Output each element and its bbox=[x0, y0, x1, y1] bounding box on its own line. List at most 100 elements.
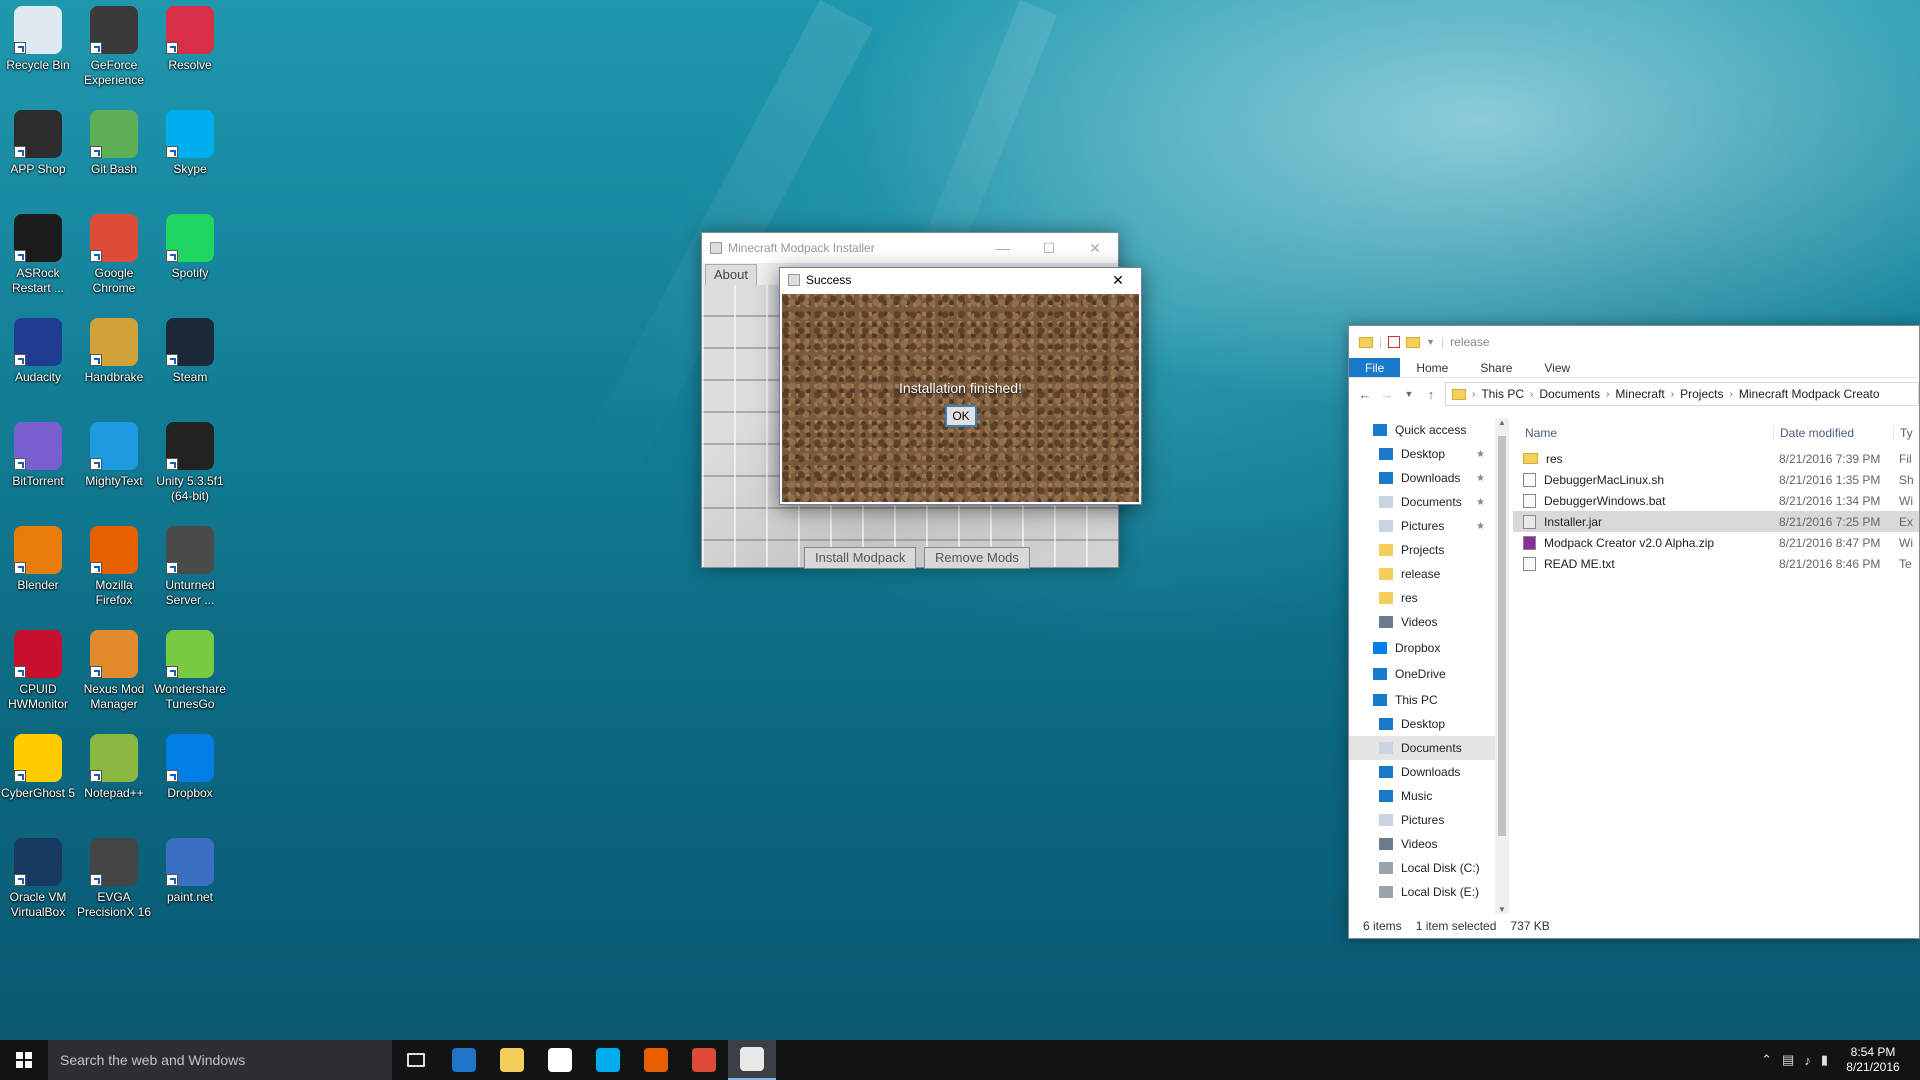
column-date[interactable]: Date modified bbox=[1773, 426, 1893, 440]
nav-item-videos[interactable]: Videos bbox=[1349, 832, 1495, 856]
scroll-down-icon[interactable]: ▼ bbox=[1495, 905, 1509, 914]
nav-item-music[interactable]: Music bbox=[1349, 784, 1495, 808]
desktop-icon-chrome[interactable]: Google Chrome bbox=[76, 208, 152, 296]
desktop-icon-tunesgo[interactable]: Wondershare TunesGo bbox=[152, 624, 228, 712]
desktop-icon-recycle-bin[interactable]: Recycle Bin bbox=[0, 0, 76, 73]
taskbar-firefox-button[interactable] bbox=[632, 1040, 680, 1080]
file-row[interactable]: DebuggerWindows.bat 8/21/2016 1:34 PM Wi bbox=[1513, 490, 1919, 511]
start-button[interactable] bbox=[0, 1040, 48, 1080]
desktop-icon-firefox[interactable]: Mozilla Firefox bbox=[76, 520, 152, 608]
recent-locations-icon[interactable]: ▼ bbox=[1401, 389, 1417, 399]
breadcrumb-item[interactable]: Documents bbox=[1539, 387, 1600, 401]
desktop-icon-bittorrent[interactable]: BitTorrent bbox=[0, 416, 76, 489]
desktop-icon-evga[interactable]: EVGA PrecisionX 16 bbox=[76, 832, 152, 920]
file-row[interactable]: DebuggerMacLinux.sh 8/21/2016 1:35 PM Sh bbox=[1513, 469, 1919, 490]
desktop-icon-handbrake[interactable]: Handbrake bbox=[76, 312, 152, 385]
desktop-icon-resolve[interactable]: Resolve bbox=[152, 0, 228, 73]
address-bar[interactable]: › This PC › Documents › Minecraft › Projects › Mi… bbox=[1445, 382, 1919, 406]
file-row[interactable]: Installer.jar 8/21/2016 7:25 PM Ex bbox=[1513, 511, 1919, 532]
breadcrumb-separator-icon[interactable]: › bbox=[1606, 389, 1609, 400]
ribbon-tab-home[interactable]: Home bbox=[1400, 358, 1464, 377]
desktop-icon-dropbox[interactable]: Dropbox bbox=[152, 728, 228, 801]
volume-icon[interactable]: ♪ bbox=[1804, 1053, 1811, 1068]
ribbon-tab-file[interactable]: File bbox=[1349, 358, 1401, 377]
nav-item-downloads[interactable]: Downloads ★ bbox=[1349, 466, 1495, 490]
pin-icon[interactable]: ★ bbox=[1476, 449, 1485, 460]
breadcrumb-item[interactable]: Minecraft Modpack Creato bbox=[1739, 387, 1880, 401]
file-row[interactable]: Modpack Creator v2.0 Alpha.zip 8/21/2016 … bbox=[1513, 532, 1919, 553]
desktop-icon-steam[interactable]: Steam bbox=[152, 312, 228, 385]
remove-mods-button[interactable]: Remove Mods bbox=[924, 547, 1030, 569]
chevron-up-icon[interactable]: ⌃ bbox=[1761, 1052, 1772, 1068]
desktop-icon-virtualbox[interactable]: Oracle VM VirtualBox bbox=[0, 832, 76, 920]
nav-item-dropbox[interactable]: Dropbox bbox=[1349, 636, 1495, 660]
desktop-icon-skype[interactable]: Skype bbox=[152, 104, 228, 177]
action-center-icon[interactable]: ▮ bbox=[1821, 1052, 1828, 1068]
desktop-icon-unturned[interactable]: Unturned Server ... bbox=[152, 520, 228, 608]
nav-item-release[interactable]: release bbox=[1349, 562, 1495, 586]
desktop-icon-nexus[interactable]: Nexus Mod Manager bbox=[76, 624, 152, 712]
close-icon[interactable]: ✕ bbox=[1095, 268, 1141, 292]
nav-scrollbar[interactable]: ▲ ▼ bbox=[1495, 418, 1509, 914]
breadcrumb-item[interactable]: Minecraft bbox=[1615, 387, 1664, 401]
dialog-titlebar[interactable]: Success ✕ bbox=[780, 268, 1141, 292]
network-icon[interactable]: ▤ bbox=[1782, 1052, 1794, 1068]
nav-item-quick-access[interactable]: Quick access bbox=[1349, 418, 1495, 442]
taskbar-chrome-button[interactable] bbox=[680, 1040, 728, 1080]
desktop-icon-nvidia[interactable]: GeForce Experience bbox=[76, 0, 152, 88]
file-explorer-window[interactable]: | ▼ | release File Home Share View ← → ▼ ↑ … bbox=[1348, 325, 1920, 939]
nav-item-videos[interactable]: Videos bbox=[1349, 610, 1495, 634]
back-arrow-icon[interactable]: ← bbox=[1357, 387, 1373, 402]
desktop-icon-notepad-plus[interactable]: Notepad++ bbox=[76, 728, 152, 801]
file-row[interactable]: READ ME.txt 8/21/2016 8:46 PM Te bbox=[1513, 553, 1919, 574]
taskbar-skype-button[interactable] bbox=[584, 1040, 632, 1080]
desktop-icon-audacity[interactable]: Audacity bbox=[0, 312, 76, 385]
nav-item-pictures[interactable]: Pictures bbox=[1349, 808, 1495, 832]
installer-titlebar[interactable]: Minecraft Modpack Installer — ☐ ✕ bbox=[702, 233, 1118, 263]
taskbar-file-explorer-button[interactable] bbox=[488, 1040, 536, 1080]
breadcrumb-separator-icon[interactable]: › bbox=[1729, 389, 1732, 400]
success-dialog[interactable]: Success ✕ Installation finished! OK bbox=[779, 267, 1142, 505]
breadcrumb-separator-icon[interactable]: › bbox=[1671, 389, 1674, 400]
nav-item-onedrive[interactable]: OneDrive bbox=[1349, 662, 1495, 686]
nav-item-pictures[interactable]: Pictures ★ bbox=[1349, 514, 1495, 538]
nav-item-local-disk-e-[interactable]: Local Disk (E:) bbox=[1349, 880, 1495, 904]
search-box[interactable]: Search the web and Windows bbox=[48, 1040, 392, 1080]
nav-item-desktop[interactable]: Desktop ★ bbox=[1349, 442, 1495, 466]
breadcrumb-item[interactable]: This PC bbox=[1481, 387, 1524, 401]
column-name[interactable]: Name bbox=[1513, 426, 1773, 440]
breadcrumb-item[interactable]: Projects bbox=[1680, 387, 1723, 401]
forward-arrow-icon[interactable]: → bbox=[1379, 387, 1395, 402]
desktop-icon-paintnet[interactable]: paint.net bbox=[152, 832, 228, 905]
taskbar-store-button[interactable] bbox=[536, 1040, 584, 1080]
desktop-icon-unity[interactable]: Unity 5.3.5f1 (64-bit) bbox=[152, 416, 228, 504]
properties-icon[interactable] bbox=[1388, 336, 1401, 348]
about-button[interactable]: About bbox=[705, 264, 757, 286]
clock[interactable]: 8:54 PM 8/21/2016 bbox=[1838, 1045, 1908, 1075]
breadcrumb-separator-icon[interactable]: › bbox=[1472, 389, 1475, 400]
minimize-icon[interactable]: — bbox=[980, 233, 1026, 263]
desktop-icon-blender[interactable]: Blender bbox=[0, 520, 76, 593]
install-modpack-button[interactable]: Install Modpack bbox=[804, 547, 917, 569]
nav-item-desktop[interactable]: Desktop bbox=[1349, 712, 1495, 736]
nav-item-documents[interactable]: Documents ★ bbox=[1349, 490, 1495, 514]
maximize-icon[interactable]: ☐ bbox=[1026, 233, 1072, 263]
new-folder-icon[interactable] bbox=[1406, 336, 1421, 348]
ok-button[interactable]: OK bbox=[945, 405, 977, 427]
desktop-icon-app-shop[interactable]: APP Shop bbox=[0, 104, 76, 177]
desktop-icon-git-bash[interactable]: Git Bash bbox=[76, 104, 152, 177]
ribbon-tab-view[interactable]: View bbox=[1528, 358, 1586, 377]
pin-icon[interactable]: ★ bbox=[1476, 473, 1485, 484]
up-arrow-icon[interactable]: ↑ bbox=[1423, 387, 1439, 402]
nav-item-local-disk-c-[interactable]: Local Disk (C:) bbox=[1349, 856, 1495, 880]
taskbar-task-view-button[interactable] bbox=[392, 1040, 440, 1080]
breadcrumb-separator-icon[interactable]: › bbox=[1530, 389, 1533, 400]
desktop-icon-hwmonitor[interactable]: CPUID HWMonitor bbox=[0, 624, 76, 712]
chevron-down-icon[interactable]: ▼ bbox=[1426, 337, 1435, 347]
folder-icon[interactable] bbox=[1359, 336, 1373, 348]
taskbar-edge-button[interactable] bbox=[440, 1040, 488, 1080]
nav-item-downloads[interactable]: Downloads bbox=[1349, 760, 1495, 784]
ribbon-tab-share[interactable]: Share bbox=[1464, 358, 1528, 377]
scroll-up-icon[interactable]: ▲ bbox=[1495, 418, 1509, 427]
scroll-thumb[interactable] bbox=[1498, 436, 1506, 836]
